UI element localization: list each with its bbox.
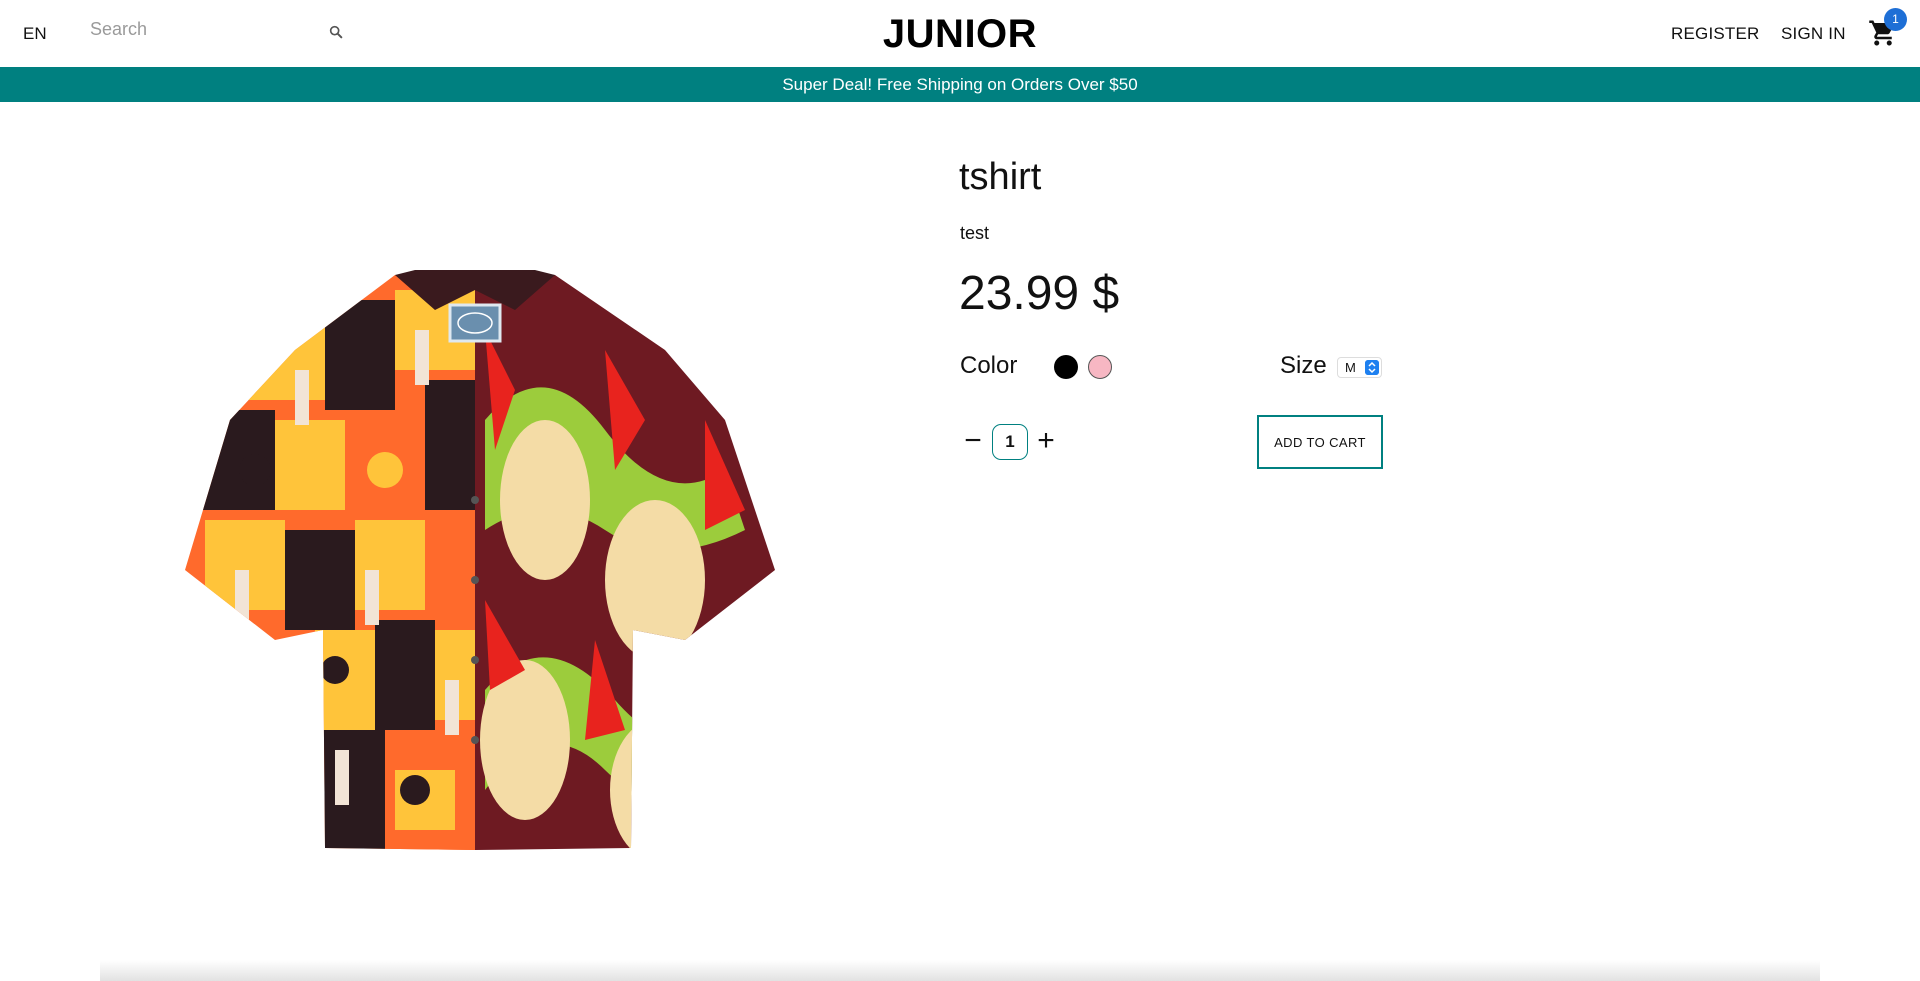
quantity-increase-button[interactable]: + <box>1035 426 1057 458</box>
footer-shadow <box>100 960 1820 981</box>
size-selected-value: M <box>1345 360 1356 375</box>
color-swatch-pink[interactable] <box>1088 355 1112 379</box>
product-title: tshirt <box>959 156 1042 198</box>
add-to-cart-button[interactable]: ADD TO CART <box>1257 415 1383 469</box>
select-arrows-icon <box>1365 360 1379 375</box>
sign-in-link[interactable]: SIGN IN <box>1781 24 1846 44</box>
quantity-decrease-button[interactable]: − <box>962 426 984 458</box>
register-link[interactable]: REGISTER <box>1671 24 1760 44</box>
logo-text[interactable]: JUNIOR <box>883 12 1037 57</box>
cart-count-badge: 1 <box>1884 8 1907 31</box>
site-header: EN JUNIOR REGISTER SIGN IN 1 <box>0 0 1920 67</box>
size-label: Size <box>1280 352 1327 379</box>
promo-banner: Super Deal! Free Shipping on Orders Over… <box>0 67 1920 102</box>
site-logo[interactable]: JUNIOR <box>0 12 1920 57</box>
color-swatch-black[interactable] <box>1054 355 1078 379</box>
size-select[interactable]: M <box>1337 357 1382 378</box>
product-description: test <box>960 223 990 243</box>
product-price: 23.99 $ <box>959 267 1120 320</box>
color-label: Color <box>960 352 1018 379</box>
product-image <box>185 270 775 850</box>
quantity-field[interactable]: 1 <box>992 424 1028 460</box>
